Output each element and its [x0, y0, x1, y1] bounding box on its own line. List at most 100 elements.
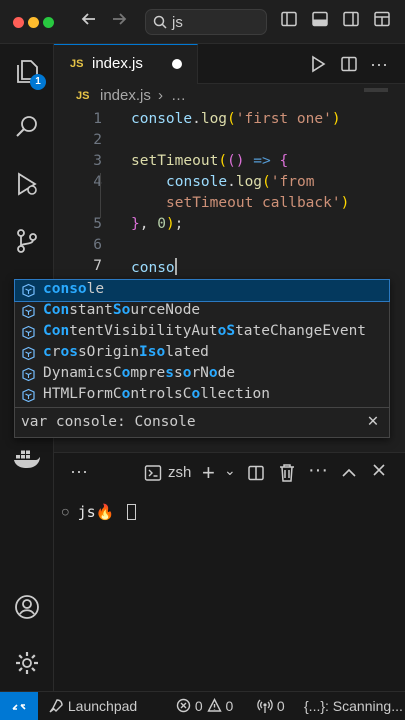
split-terminal-icon[interactable] — [247, 464, 265, 487]
docker-button[interactable] — [0, 436, 54, 482]
source-control-icon — [17, 229, 37, 253]
maximize-panel-icon[interactable] — [341, 465, 357, 483]
breadcrumb-more[interactable]: … — [171, 87, 186, 104]
terminal-cursor — [127, 504, 137, 520]
launchpad-item[interactable]: Launchpad — [48, 698, 137, 714]
close-detail-icon[interactable]: ✕ — [367, 414, 379, 430]
suggest-detail: var console: Console ✕ — [15, 407, 389, 437]
panel-more-actions-icon[interactable]: ··· — [308, 459, 328, 482]
code-editor[interactable]: 1 2 3 4 5 6 7 console.log('first one') s… — [54, 108, 405, 280]
toggle-primary-sidebar-icon[interactable] — [280, 10, 298, 34]
suggestion-label-part: tateChangeEvent — [235, 323, 367, 339]
run-file-icon[interactable] — [310, 55, 326, 78]
suggest-widget[interactable]: console ConstantSourceNode ContentVisibili… — [14, 279, 390, 438]
suggestion-label-part: oS — [217, 323, 236, 339]
explorer-button[interactable]: 1 — [0, 48, 54, 94]
forward-arrow-icon[interactable] — [110, 10, 128, 34]
indent-guide — [100, 173, 101, 218]
close-window-button[interactable] — [13, 17, 24, 28]
minimap[interactable] — [364, 88, 388, 92]
trash-icon[interactable] — [278, 463, 296, 488]
breadcrumb-file[interactable]: index.js — [100, 87, 151, 104]
run-debug-button[interactable] — [0, 161, 54, 207]
unsaved-dot-icon[interactable] — [172, 59, 182, 69]
more-actions-icon[interactable]: ··· — [370, 54, 388, 75]
token: , — [139, 216, 158, 232]
line-number: 5 — [93, 216, 102, 232]
panel-more-icon[interactable]: ··· — [70, 461, 88, 482]
suggestion-label: crossOriginIsolated — [43, 344, 209, 360]
suggestion-label-part: o — [208, 365, 218, 381]
suggestion-label-part: ntrols — [130, 386, 183, 402]
broadcast-icon — [257, 698, 277, 714]
suggestion-label-part: HTMLFormC — [43, 386, 122, 402]
command-center-search[interactable]: js — [145, 9, 267, 35]
variable-symbol-icon — [21, 346, 36, 361]
fire-icon: 🔥 — [95, 503, 115, 521]
breadcrumb: JS index.js › … — [54, 86, 405, 108]
back-arrow-icon[interactable] — [80, 10, 98, 34]
suggestion-label-part: o — [121, 386, 131, 402]
launchpad-label: Launchpad — [67, 698, 138, 714]
search-view-button[interactable] — [0, 104, 54, 150]
tab-index-js[interactable]: JS index.js — [54, 44, 198, 84]
suggestion-item[interactable]: crossOriginIsolated — [15, 343, 389, 364]
minimize-window-button[interactable] — [28, 17, 39, 28]
code-line-4-wrapped: setTimeout callback') — [166, 195, 349, 211]
gear-icon — [16, 652, 38, 674]
toggle-panel-icon[interactable] — [311, 10, 329, 34]
tab-label: index.js — [92, 55, 143, 72]
suggestion-label-part: o — [60, 344, 70, 360]
remote-indicator-button[interactable] — [0, 692, 38, 720]
prompt-marker-icon: ○ — [62, 505, 69, 518]
manage-button[interactable] — [0, 640, 54, 686]
code-line-1: console.log('first one') — [131, 111, 341, 127]
token: } — [131, 216, 140, 232]
language-status-item[interactable]: {...}: Scanning... — [304, 698, 403, 714]
problems-item[interactable]: 0 0 — [176, 697, 233, 714]
suggestion-item[interactable]: ConstantSourceNode — [15, 301, 389, 322]
toggle-secondary-sidebar-icon[interactable] — [342, 10, 360, 34]
suggestion-label-part: llection — [200, 386, 271, 402]
code-line-5: }, 0); — [131, 216, 183, 232]
prompt-dir: js — [77, 503, 96, 521]
js-file-icon: JS — [70, 58, 84, 70]
suggestion-label-part: s — [69, 344, 78, 360]
suggestion-item[interactable]: DynamicsCompressorNode — [15, 364, 389, 385]
chevron-down-icon[interactable]: ⌄ — [224, 462, 236, 479]
suggestion-label-part: lated — [165, 344, 209, 360]
variable-symbol-icon — [21, 325, 36, 340]
suggestion-label: ContentVisibilityAutoStateChangeEvent — [43, 323, 366, 339]
scanning-label: : Scanning... — [325, 698, 403, 714]
line-number: 4 — [93, 174, 102, 190]
token: ; — [174, 216, 184, 232]
ports-item[interactable]: 0 — [257, 698, 285, 714]
braces-label: {...} — [304, 698, 326, 714]
code-line-7: conso — [131, 258, 177, 276]
customize-layout-icon[interactable] — [373, 10, 391, 34]
suggestion-label-part: tentVisibilityAut — [69, 323, 218, 339]
terminal-prompt[interactable]: ○ js🔥 — [62, 503, 137, 521]
suggestion-label: console — [43, 281, 104, 297]
token: ( — [262, 174, 271, 190]
suggestion-item[interactable]: HTMLFormControlsCollection — [15, 385, 389, 406]
suggestion-item[interactable]: console — [14, 279, 390, 302]
token: => — [244, 153, 280, 169]
accounts-button[interactable] — [0, 584, 54, 630]
suggestion-item[interactable]: ContentVisibilityAutoStateChangeEvent — [15, 322, 389, 343]
close-panel-icon[interactable] — [372, 463, 386, 482]
token: ) — [165, 216, 175, 232]
source-control-button[interactable] — [0, 218, 54, 264]
token: setTimeout — [131, 153, 219, 169]
suggestion-label-part: o — [121, 365, 131, 381]
debug-icon — [18, 172, 37, 196]
zoom-window-button[interactable] — [43, 17, 54, 28]
new-terminal-icon[interactable]: + — [202, 460, 215, 486]
line-number: 2 — [93, 132, 102, 148]
suggestion-label-part: le — [86, 281, 105, 297]
explorer-badge: 1 — [30, 74, 46, 90]
token: ) — [331, 111, 341, 127]
split-editor-icon[interactable] — [340, 55, 358, 78]
suggestion-label-part: stant — [69, 302, 113, 318]
token: 0 — [157, 216, 166, 232]
